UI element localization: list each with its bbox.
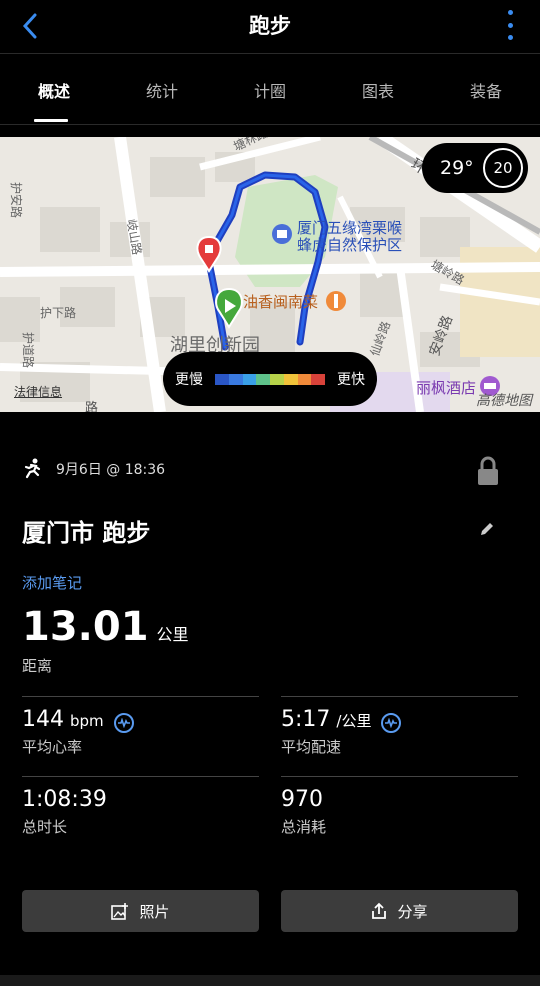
- duration-label: 总时长: [22, 818, 68, 836]
- temperature: 29°: [440, 157, 474, 179]
- tab-charts[interactable]: 图表: [324, 55, 432, 124]
- map-provider-logo: 高德地图: [476, 393, 532, 409]
- pace-info-icon[interactable]: [381, 713, 402, 733]
- pace-color-swatch: [311, 373, 325, 385]
- pulse-wave-icon: [385, 718, 398, 728]
- legend-slow-label: 更慢: [175, 372, 203, 388]
- weather-badge: 29° 20: [422, 143, 528, 193]
- calories-label: 总消耗: [281, 818, 327, 836]
- map-label-park-1: 厦门五缘湾栗喉: [297, 219, 402, 237]
- share-icon: [372, 902, 387, 919]
- map-label-road-lu: 路: [85, 400, 98, 412]
- map-label-road-hudao: 护道路: [21, 332, 36, 368]
- activity-datetime: 9月6日 @ 18:36: [56, 462, 166, 478]
- heart-rate-label: 平均心率: [22, 738, 83, 756]
- share-button[interactable]: 分享: [281, 890, 518, 932]
- distance-unit: 公里: [156, 625, 189, 644]
- running-icon: [24, 458, 41, 479]
- route-map[interactable]: 厦门五缘湾栗喉 蜂虎自然保护区 油香闽南菜 湖里创新园 丽枫酒店 环岛 护安路 …: [0, 137, 540, 412]
- duration-value: 1:08:39: [22, 787, 107, 812]
- lock-icon[interactable]: [476, 456, 500, 486]
- activity-meta: 9月6日 @ 18:36: [22, 458, 165, 480]
- photo-button-label: 照片: [139, 902, 170, 921]
- map-label-restaurant: 油香闽南菜: [243, 293, 318, 311]
- pace-color-swatch: [215, 373, 229, 385]
- pulse-wave-icon: [117, 718, 130, 728]
- legend-fast-label: 更快: [337, 372, 365, 388]
- heart-rate-value: 144: [22, 707, 64, 732]
- heart-rate-unit: bpm: [70, 712, 104, 730]
- map-label-hotel: 丽枫酒店: [416, 379, 476, 397]
- vertical-ellipsis-icon: [507, 10, 513, 15]
- stat-heart-rate: 144 bpm 平均心率: [22, 696, 259, 757]
- pace-color-swatch: [228, 373, 243, 385]
- distance-value: 13.01 公里: [22, 604, 189, 650]
- pace-unit: /公里: [336, 712, 372, 730]
- tab-gear[interactable]: 装备: [432, 55, 540, 124]
- pace-color-swatch: [256, 373, 270, 385]
- pencil-icon[interactable]: [478, 520, 496, 538]
- map-label-road-huxia: 护下路: [40, 305, 76, 320]
- legal-info-link[interactable]: 法律信息: [14, 383, 62, 400]
- pace-color-swatch: [283, 373, 298, 385]
- pace-value: 5:17: [281, 707, 331, 732]
- add-photo-icon: [111, 903, 129, 920]
- stat-pace: 5:17 /公里 平均配速: [281, 696, 518, 757]
- wind-speed-icon: 20: [483, 148, 523, 188]
- ellipsis-dot: [507, 22, 513, 28]
- ellipsis-dot: [507, 35, 513, 40]
- map-label-park-2: 蜂虎自然保护区: [297, 236, 402, 254]
- activity-title: 厦门市 跑步: [22, 519, 151, 547]
- tab-laps[interactable]: 计圈: [216, 55, 324, 124]
- bottom-divider: [0, 975, 540, 986]
- pace-color-bar: [215, 373, 325, 385]
- tab-overview[interactable]: 概述: [0, 55, 108, 124]
- pace-label: 平均配速: [281, 738, 342, 756]
- distance-number: 13.01: [22, 604, 149, 650]
- photo-button[interactable]: 照片: [22, 890, 259, 932]
- heart-rate-icon[interactable]: [113, 713, 134, 733]
- stat-calories: 970 总消耗: [281, 776, 518, 837]
- pace-legend: 更慢 更快: [163, 352, 377, 406]
- pace-color-swatch: [297, 373, 312, 385]
- top-bar: 跑步: [0, 0, 540, 54]
- distance-label: 距离: [22, 657, 53, 675]
- tab-bar: 概述 统计 计圈 图表 装备: [0, 55, 540, 125]
- stat-duration: 1:08:39 总时长: [22, 776, 259, 837]
- map-label-road-huli: 护安路: [9, 182, 24, 218]
- tab-stats[interactable]: 统计: [108, 55, 216, 124]
- calories-value: 970: [281, 787, 323, 812]
- more-options-button[interactable]: [504, 10, 516, 40]
- page-title: 跑步: [249, 14, 291, 38]
- add-note-link[interactable]: 添加笔记: [22, 572, 82, 593]
- pace-color-swatch: [242, 373, 257, 385]
- share-button-label: 分享: [397, 902, 428, 921]
- pace-color-swatch: [270, 373, 284, 385]
